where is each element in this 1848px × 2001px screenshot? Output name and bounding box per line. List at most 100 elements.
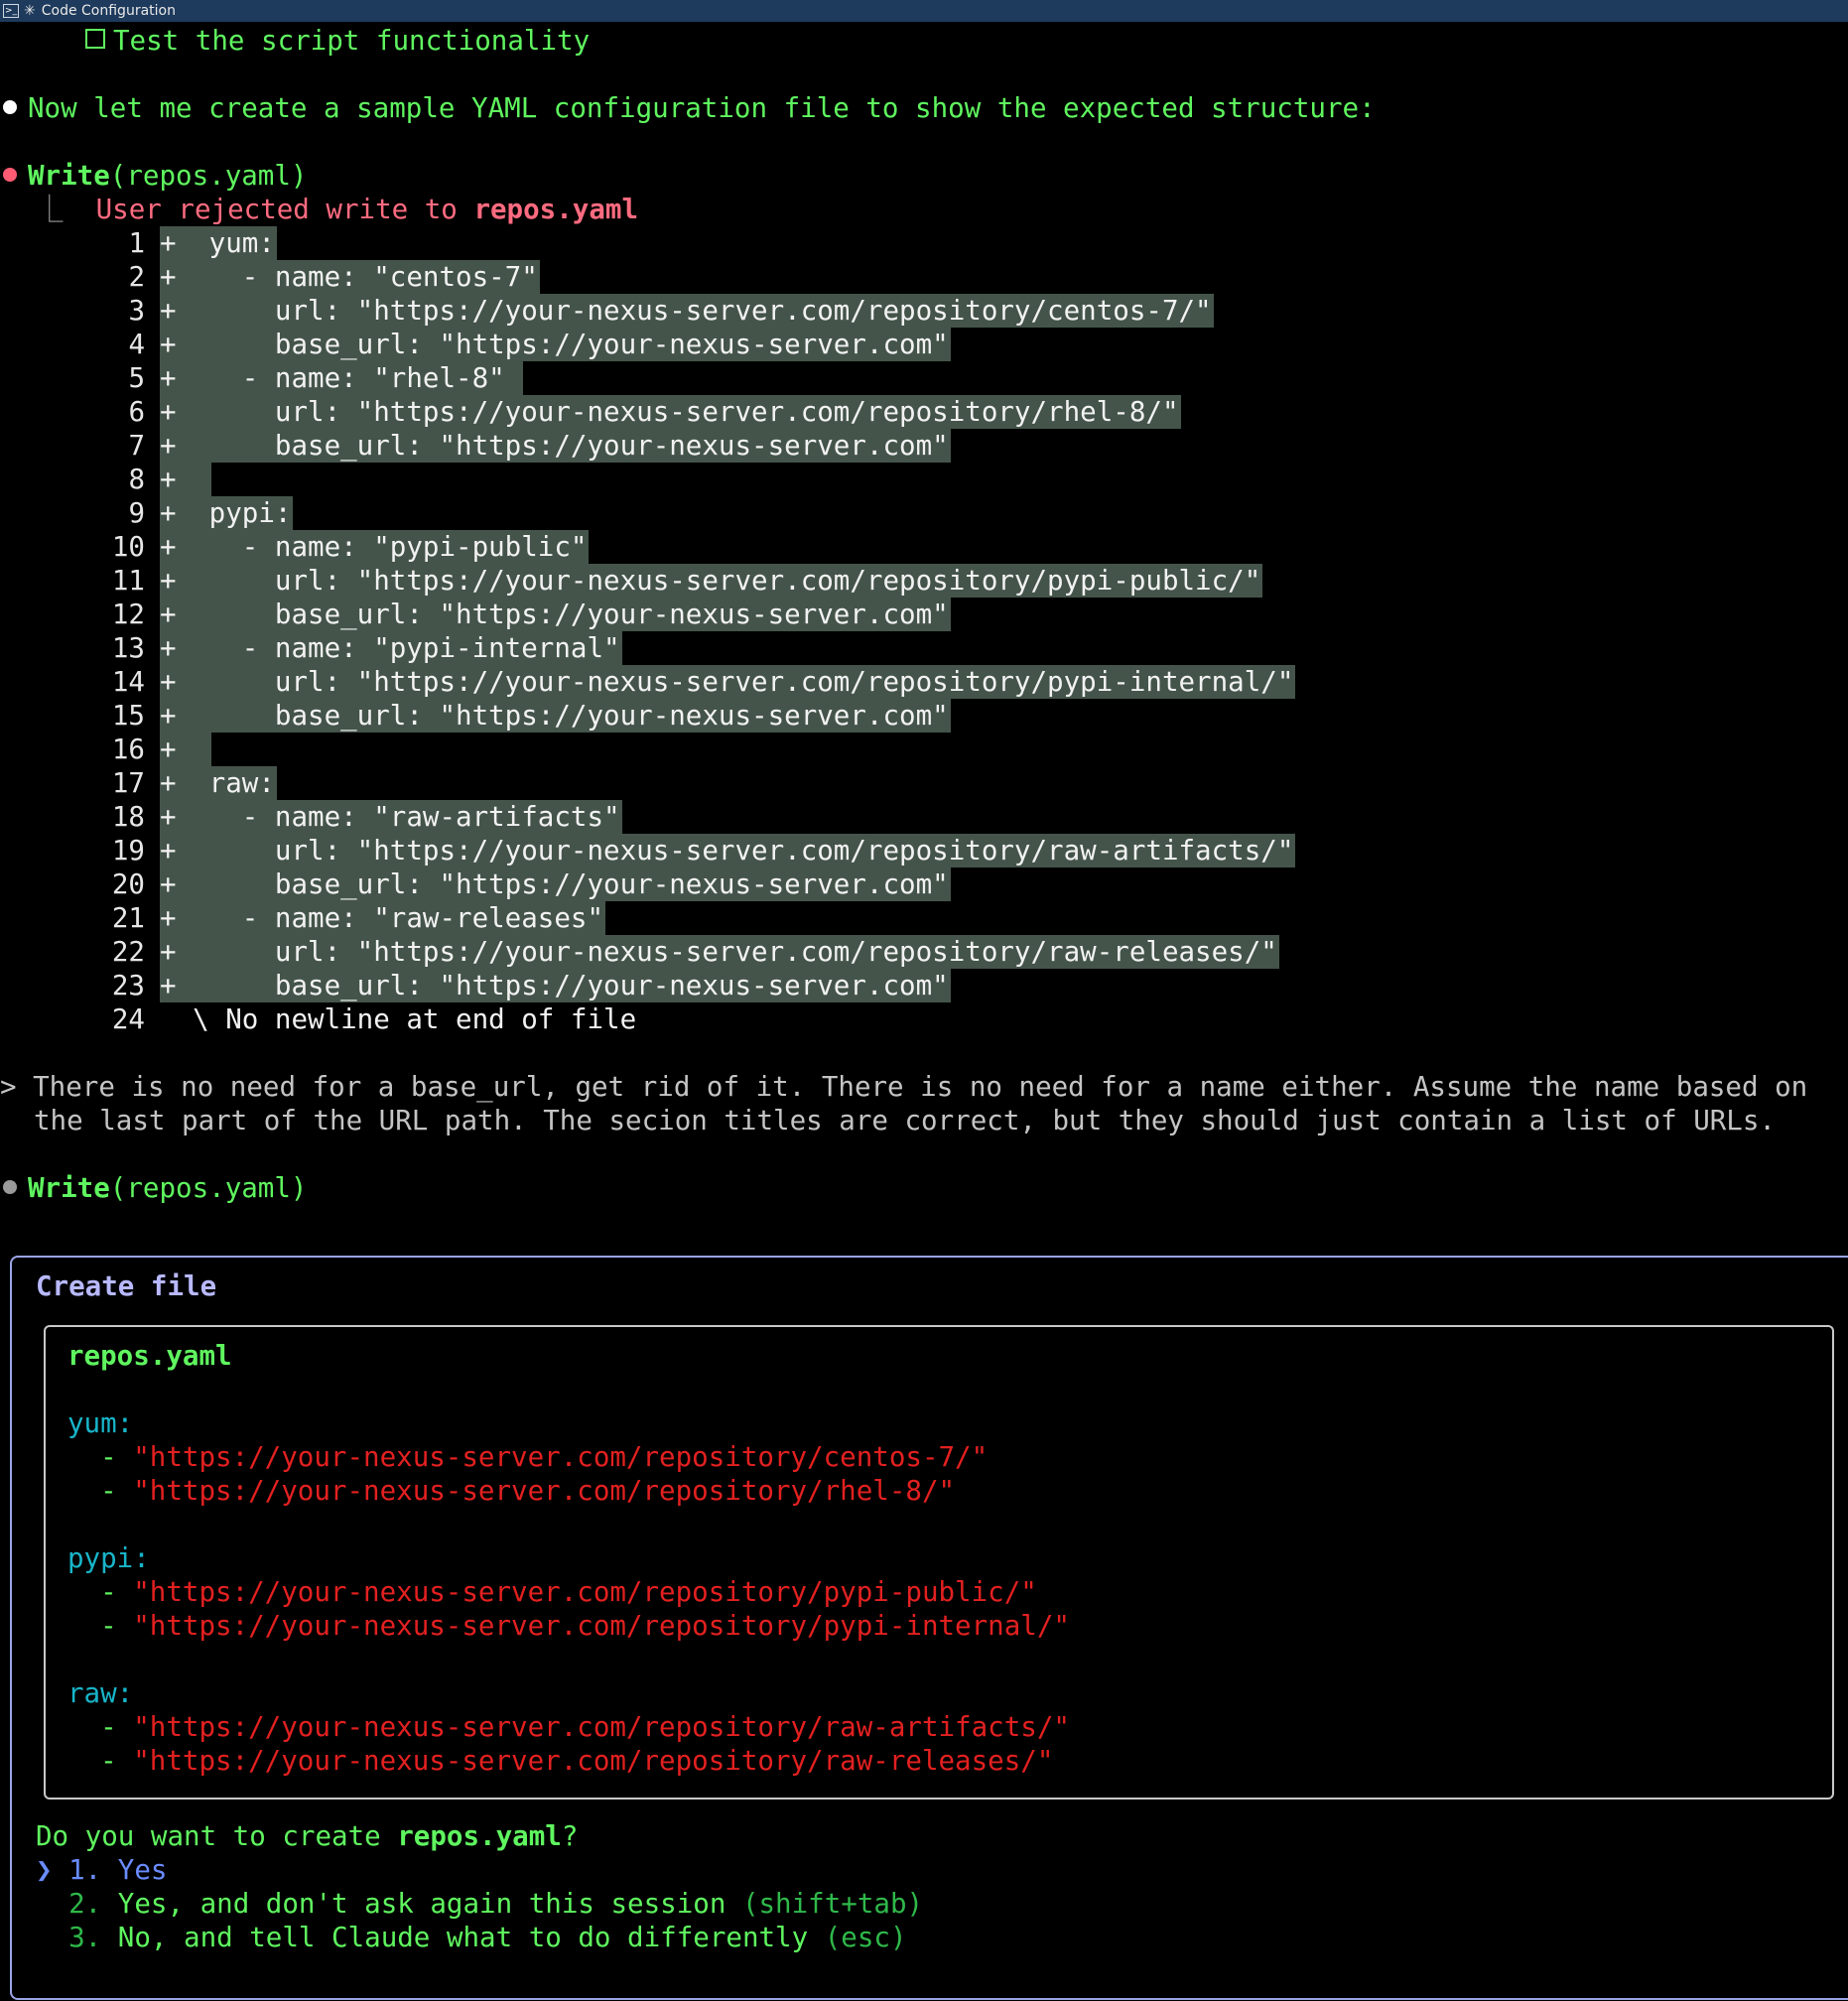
- tool-name: Write: [28, 160, 110, 192]
- no-newline-note: \ No newline at end of file: [160, 1003, 637, 1035]
- yaml-list-item: - "https://your-nexus-server.com/reposit…: [67, 1474, 955, 1508]
- diff-line: 1 + yum:: [0, 226, 1848, 260]
- line-number: 9: [128, 497, 145, 529]
- diff-line: 10 + - name: "pypi-public": [0, 530, 1848, 564]
- line-number: 5: [128, 362, 145, 394]
- diff-line: 16 +: [0, 733, 1848, 766]
- diff-line: 15 + base_url: "https://your-nexus-server…: [0, 699, 1848, 733]
- option-2[interactable]: 2. Yes, and don't ask again this session…: [36, 1887, 923, 1921]
- yaml-dash: -: [67, 1576, 134, 1608]
- yaml-list-item: - "https://your-nexus-server.com/reposit…: [67, 1744, 1053, 1778]
- added-code: + url: "https://your-nexus-server.com/re…: [160, 395, 1181, 429]
- diff-line: 3 + url: "https://your-nexus-server.com/r…: [0, 294, 1848, 328]
- added-code: + - name: "pypi-public": [160, 530, 590, 564]
- line-number: 21: [111, 902, 145, 934]
- option-number: 1.: [68, 1854, 118, 1886]
- yaml-dash: -: [67, 1745, 134, 1777]
- tool-args: (repos.yaml): [109, 160, 308, 192]
- dialog-title: Create file: [36, 1270, 217, 1302]
- added-code: + url: "https://your-nexus-server.com/re…: [160, 294, 1214, 328]
- line-number: 17: [111, 767, 145, 799]
- line-number: 10: [111, 531, 145, 563]
- checkbox-icon: [85, 29, 105, 49]
- window-title: Code Configuration: [41, 3, 176, 19]
- yaml-dash: -: [67, 1475, 134, 1507]
- diff-line: 24 \ No newline at end of file: [0, 1002, 1848, 1036]
- user-prompt-line1: > There is no need for a base_url, get r…: [0, 1070, 1807, 1104]
- create-file-dialog: Create file repos.yaml yum: - "https://y…: [10, 1256, 1848, 2000]
- rejected-text: User rejected write to: [95, 194, 474, 225]
- option-hint: (esc): [808, 1922, 907, 1953]
- line-number: 11: [111, 565, 145, 597]
- line-number: 7: [128, 430, 145, 462]
- line-number: 13: [111, 632, 145, 664]
- line-number: 12: [111, 599, 145, 630]
- option-hint: (shift+tab): [726, 1888, 924, 1920]
- option-number: 2.: [68, 1888, 118, 1920]
- option-label: Yes: [117, 1854, 168, 1886]
- diff-line: 5 + - name: "rhel-8": [0, 361, 1848, 395]
- todo-label: Test the script functionality: [113, 25, 591, 57]
- added-code: + pypi:: [160, 496, 294, 530]
- yaml-dash: -: [67, 1610, 134, 1642]
- added-code: + - name: "raw-releases": [160, 901, 606, 935]
- added-code: +: [160, 733, 211, 766]
- tool-name-2: Write: [28, 1172, 110, 1204]
- prompt-text-1: There is no need for a base_url, get rid…: [33, 1071, 1808, 1103]
- added-code: + base_url: "https://your-nexus-server.c…: [160, 969, 951, 1002]
- yaml-dash: -: [67, 1441, 134, 1473]
- added-code: + base_url: "https://your-nexus-server.c…: [160, 598, 951, 631]
- line-number: 15: [111, 700, 145, 732]
- added-code: + base_url: "https://your-nexus-server.c…: [160, 429, 951, 463]
- line-number: 18: [111, 801, 145, 833]
- yaml-dash: -: [67, 1711, 134, 1743]
- yaml-url: "https://your-nexus-server.com/repositor…: [133, 1576, 1037, 1608]
- line-number: 1: [128, 227, 145, 259]
- added-code: + - name: "rhel-8": [160, 361, 524, 395]
- diff-line: 12 + base_url: "https://your-nexus-server…: [0, 598, 1848, 631]
- yaml-list-item: - "https://your-nexus-server.com/reposit…: [67, 1710, 1070, 1744]
- diff-line: 23 + base_url: "https://your-nexus-server…: [0, 969, 1848, 1002]
- tool-call-write: Write(repos.yaml): [0, 159, 307, 193]
- option-spacer: [36, 1888, 68, 1920]
- selection-caret-icon: ❯: [36, 1854, 69, 1886]
- diff-line: 8 +: [0, 463, 1848, 496]
- file-name: repos.yaml: [67, 1340, 232, 1372]
- bullet-icon: [3, 100, 17, 114]
- line-number: 8: [128, 464, 145, 495]
- prompt-text-2: the last part of the URL path. The secio…: [34, 1105, 1776, 1136]
- line-number: 23: [111, 970, 145, 1001]
- line-number: 6: [128, 396, 145, 428]
- added-code: + url: "https://your-nexus-server.com/re…: [160, 834, 1296, 867]
- prompt-marker: >: [0, 1071, 17, 1103]
- error-bullet-icon: [3, 168, 17, 182]
- diff-line: 21 + - name: "raw-releases": [0, 901, 1848, 935]
- terminal-icon: >_: [3, 4, 19, 18]
- message-text: Now let me create a sample YAML configur…: [28, 92, 1376, 124]
- diff-line: 4 + base_url: "https://your-nexus-server.…: [0, 328, 1848, 361]
- branch-icon: ⎿: [36, 194, 96, 225]
- rejected-file: repos.yaml: [473, 194, 639, 225]
- option-1[interactable]: ❯ 1. Yes: [36, 1853, 167, 1887]
- modified-indicator: ✳: [24, 3, 36, 19]
- option-number: 3.: [68, 1922, 118, 1953]
- added-code: + url: "https://your-nexus-server.com/re…: [160, 935, 1279, 969]
- diff-line: 9 + pypi:: [0, 496, 1848, 530]
- added-code: + - name: "pypi-internal": [160, 631, 622, 665]
- added-code: + url: "https://your-nexus-server.com/re…: [160, 564, 1263, 598]
- yaml-key: yum:: [67, 1407, 134, 1439]
- option-label: Yes, and don't ask again this session: [117, 1888, 726, 1920]
- yaml-key: raw:: [67, 1677, 134, 1709]
- added-code: + - name: "centos-7": [160, 260, 540, 294]
- yaml-url: "https://your-nexus-server.com/repositor…: [133, 1711, 1070, 1743]
- added-code: + url: "https://your-nexus-server.com/re…: [160, 665, 1296, 699]
- pending-bullet-icon: [3, 1180, 17, 1194]
- line-number: 22: [111, 936, 145, 968]
- line-number: 20: [111, 868, 145, 900]
- added-code: + base_url: "https://your-nexus-server.c…: [160, 328, 951, 361]
- tool-call-write-pending: Write(repos.yaml): [0, 1171, 307, 1205]
- confirm-question: Do you want to create repos.yaml?: [36, 1819, 578, 1853]
- line-number: 14: [111, 666, 145, 698]
- yaml-url: "https://your-nexus-server.com/repositor…: [133, 1610, 1070, 1642]
- option-3[interactable]: 3. No, and tell Claude what to do differ…: [36, 1921, 907, 1954]
